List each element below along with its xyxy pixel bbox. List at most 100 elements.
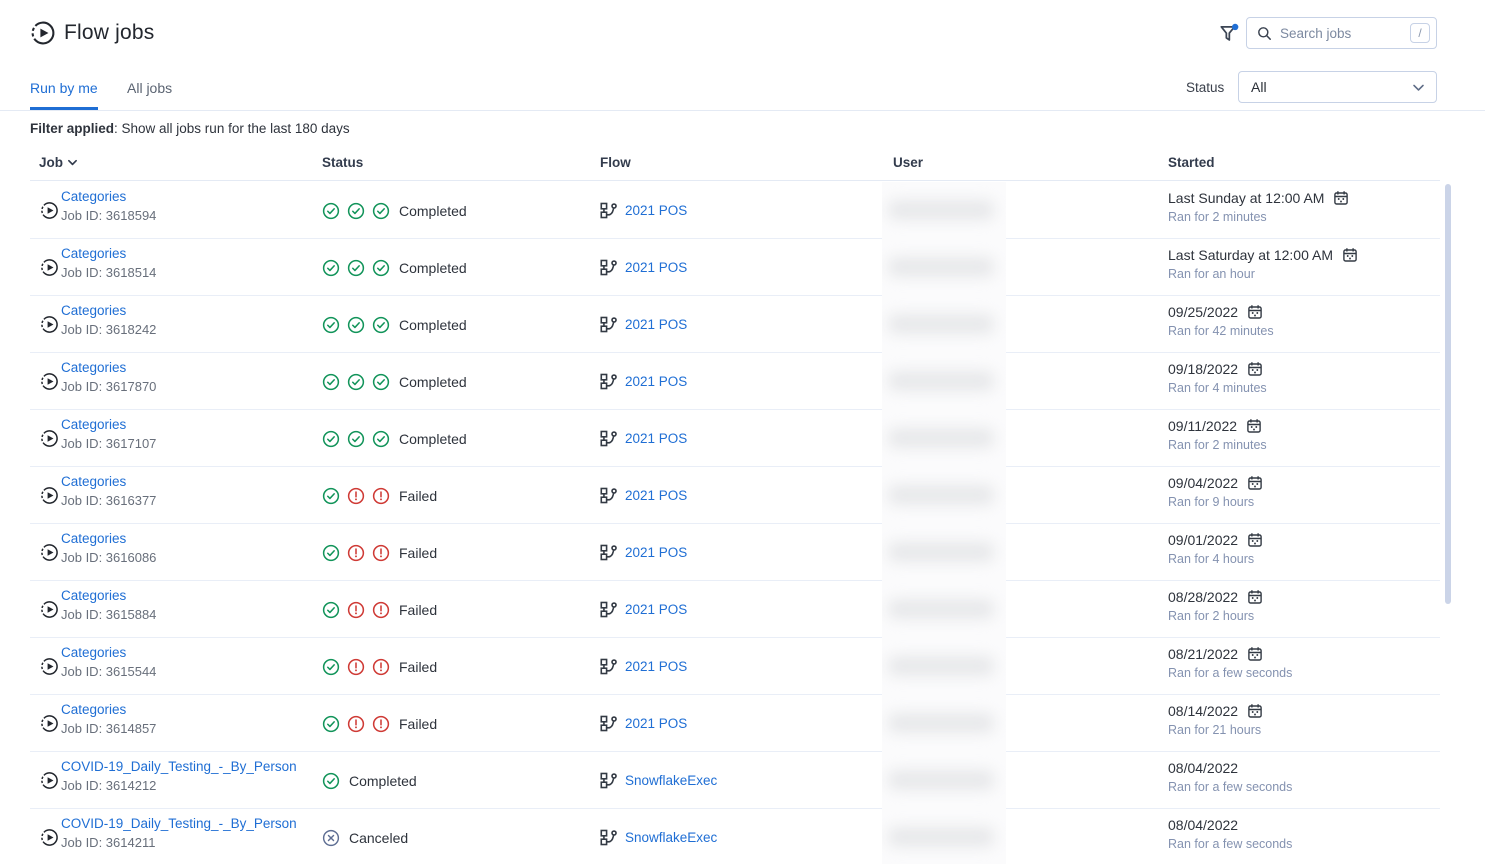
table-row: Categories Job ID: 3618514 Completed 202… <box>30 239 1440 296</box>
job-name-link[interactable]: Categories <box>61 360 156 375</box>
flow-run-icon <box>40 486 59 505</box>
flow-icon <box>600 715 617 732</box>
flow-name-link[interactable]: 2021 POS <box>625 602 687 617</box>
run-duration: Ran for 21 hours <box>1168 723 1263 737</box>
job-name-link[interactable]: Categories <box>61 588 156 603</box>
started-cell: 08/04/2022 Ran for a few seconds <box>1168 760 1292 794</box>
status-label: Completed <box>349 773 417 789</box>
flow-name-link[interactable]: 2021 POS <box>625 659 687 674</box>
flow-cell: 2021 POS <box>600 524 687 581</box>
run-duration: Ran for 4 hours <box>1168 552 1263 566</box>
success-check-icon <box>347 259 365 277</box>
redacted-user-name <box>888 827 994 847</box>
started-cell: 09/18/2022 Ran for 4 minutes <box>1168 361 1267 395</box>
run-duration: Ran for 2 hours <box>1168 609 1263 623</box>
job-name-link[interactable]: Categories <box>61 246 156 261</box>
flow-name-link[interactable]: 2021 POS <box>625 317 687 332</box>
flow-name-link[interactable]: 2021 POS <box>625 374 687 389</box>
tab-all-jobs[interactable]: All jobs <box>127 80 172 110</box>
table-row: Categories Job ID: 3615884 Failed 2021 P… <box>30 581 1440 638</box>
filter-funnel-icon[interactable] <box>1218 23 1240 45</box>
calendar-icon[interactable] <box>1247 475 1263 491</box>
table-row: Categories Job ID: 3614857 Failed 2021 P… <box>30 695 1440 752</box>
job-name-link[interactable]: Categories <box>61 474 156 489</box>
job-name-link[interactable]: Categories <box>61 303 156 318</box>
calendar-icon[interactable] <box>1247 703 1263 719</box>
started-date: 08/14/2022 <box>1168 703 1238 719</box>
status-icons <box>322 829 340 847</box>
flow-name-link[interactable]: 2021 POS <box>625 545 687 560</box>
column-header-flow[interactable]: Flow <box>600 155 631 170</box>
table-row: Categories Job ID: 3617870 Completed 202… <box>30 353 1440 410</box>
job-name-link[interactable]: Categories <box>61 531 156 546</box>
job-name-link[interactable]: Categories <box>61 702 156 717</box>
search-shortcut-key: / <box>1410 23 1430 43</box>
success-check-icon <box>347 202 365 220</box>
started-cell: 08/28/2022 Ran for 2 hours <box>1168 589 1263 623</box>
redacted-user-name <box>888 599 994 619</box>
flow-icon <box>600 658 617 675</box>
column-header-job-label: Job <box>39 155 63 170</box>
status-cell: Failed <box>322 695 437 752</box>
flow-icon <box>600 544 617 561</box>
status-label: Canceled <box>349 830 408 846</box>
tab-run-by-me[interactable]: Run by me <box>30 80 98 110</box>
flow-name-link[interactable]: 2021 POS <box>625 203 687 218</box>
flow-cell: 2021 POS <box>600 581 687 638</box>
error-exclamation-icon <box>372 715 390 733</box>
flow-icon <box>600 601 617 618</box>
job-id: Job ID: 3614212 <box>61 778 297 793</box>
redacted-user-name <box>888 485 994 505</box>
run-duration: Ran for 42 minutes <box>1168 324 1274 338</box>
column-header-user[interactable]: User <box>893 155 923 170</box>
status-dropdown[interactable]: All <box>1238 71 1437 103</box>
calendar-icon[interactable] <box>1342 247 1358 263</box>
calendar-icon[interactable] <box>1333 190 1349 206</box>
started-cell: 08/14/2022 Ran for 21 hours <box>1168 703 1263 737</box>
status-cell: Canceled <box>322 809 408 864</box>
calendar-icon[interactable] <box>1247 361 1263 377</box>
flow-name-link[interactable]: SnowflakeExec <box>625 830 717 845</box>
run-duration: Ran for a few seconds <box>1168 780 1292 794</box>
run-duration: Ran for 9 hours <box>1168 495 1263 509</box>
status-icons <box>322 487 390 505</box>
success-check-icon <box>372 259 390 277</box>
page-title: Flow jobs <box>64 21 155 45</box>
status-filter-label: Status <box>1186 80 1224 95</box>
search-input[interactable] <box>1280 26 1410 41</box>
flow-icon <box>600 487 617 504</box>
job-id: Job ID: 3618594 <box>61 208 156 223</box>
job-name-link[interactable]: Categories <box>61 417 156 432</box>
calendar-icon[interactable] <box>1247 646 1263 662</box>
calendar-icon[interactable] <box>1246 418 1262 434</box>
column-header-status[interactable]: Status <box>322 155 363 170</box>
column-header-job[interactable]: Job <box>39 155 79 170</box>
redacted-user-name <box>888 770 994 790</box>
vertical-scrollbar-thumb[interactable] <box>1445 184 1451 604</box>
run-duration: Ran for 2 minutes <box>1168 438 1267 452</box>
error-exclamation-icon <box>372 601 390 619</box>
calendar-icon[interactable] <box>1247 304 1263 320</box>
flow-name-link[interactable]: SnowflakeExec <box>625 773 717 788</box>
calendar-icon[interactable] <box>1247 532 1263 548</box>
flow-name-link[interactable]: 2021 POS <box>625 260 687 275</box>
column-header-started[interactable]: Started <box>1168 155 1215 170</box>
search-box[interactable]: / <box>1246 17 1437 49</box>
flow-cell: 2021 POS <box>600 239 687 296</box>
flow-name-link[interactable]: 2021 POS <box>625 716 687 731</box>
status-cell: Completed <box>322 752 417 809</box>
flow-name-link[interactable]: 2021 POS <box>625 431 687 446</box>
job-id: Job ID: 3616086 <box>61 550 156 565</box>
error-exclamation-icon <box>347 715 365 733</box>
calendar-icon[interactable] <box>1247 589 1263 605</box>
job-name-link[interactable]: Categories <box>61 645 156 660</box>
canceled-x-icon <box>322 829 340 847</box>
flow-run-icon <box>40 600 59 619</box>
success-check-icon <box>322 316 340 334</box>
job-name-link[interactable]: COVID-19_Daily_Testing_-_By_Person <box>61 816 297 831</box>
flow-icon <box>600 373 617 390</box>
status-icons <box>322 601 390 619</box>
job-name-link[interactable]: Categories <box>61 189 156 204</box>
flow-name-link[interactable]: 2021 POS <box>625 488 687 503</box>
job-name-link[interactable]: COVID-19_Daily_Testing_-_By_Person <box>61 759 297 774</box>
